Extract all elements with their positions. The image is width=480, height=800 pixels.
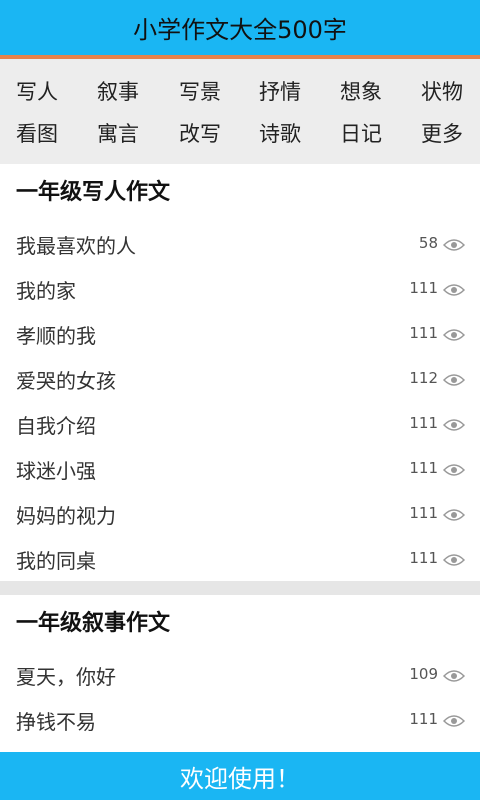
app-title: 小学作文大全500字 [133,16,347,44]
eye-icon [443,419,465,431]
list-item[interactable]: 挣钱不易 111 [0,698,480,743]
eye-icon [443,464,465,476]
category-gaixie[interactable]: 改写 [179,113,221,155]
category-more[interactable]: 更多 [421,113,463,155]
view-count: 111 [409,324,438,342]
list-item[interactable]: 自我介绍 111 [0,402,480,447]
list-item[interactable]: 爱哭的女孩 112 [0,357,480,402]
section-grade1-people: 一年级写人作文 我最喜欢的人 58 我的家 111 孝顺的我 111 爱哭的女孩… [0,164,480,581]
item-title: 球迷小强 [16,459,96,483]
list-item[interactable]: 妈妈的视力 111 [0,492,480,537]
eye-icon [443,670,465,682]
view-count: 111 [409,414,438,432]
section-title: 一年级写人作文 [16,180,171,205]
category-kantu[interactable]: 看图 [16,113,58,155]
list-item[interactable]: 我最喜欢的人 58 [0,222,480,267]
section-title: 一年级叙事作文 [16,611,171,636]
category-zhuangwu[interactable]: 状物 [421,71,463,113]
view-count: 111 [409,279,438,297]
list-item[interactable]: 夏天，你好 109 [0,653,480,698]
view-count: 111 [409,710,438,728]
welcome-message: 欢迎使用！ [180,764,300,793]
eye-icon [443,284,465,296]
category-yuyan[interactable]: 寓言 [97,113,139,155]
item-title: 挣钱不易 [16,710,96,734]
view-count: 111 [409,459,438,477]
category-xiangxiang[interactable]: 想象 [340,71,382,113]
category-riji[interactable]: 日记 [340,113,382,155]
list-item[interactable]: 我的家 111 [0,267,480,312]
item-title: 我的同桌 [16,549,96,573]
item-title: 妈妈的视力 [16,504,116,528]
item-title: 孝顺的我 [16,324,96,348]
category-grid: 写人 叙事 写景 抒情 想象 状物 看图 寓言 改写 诗歌 日记 更多 [0,59,480,164]
list-item[interactable]: 我的同桌 111 [0,537,480,582]
eye-icon [443,374,465,386]
view-count: 111 [409,504,438,522]
category-xiejing[interactable]: 写景 [179,71,221,113]
eye-icon [443,329,465,341]
section-divider [0,581,480,595]
welcome-banner: 欢迎使用！ [0,752,480,800]
eye-icon [443,554,465,566]
category-shige[interactable]: 诗歌 [259,113,301,155]
category-xushi[interactable]: 叙事 [97,71,139,113]
eye-icon [443,509,465,521]
item-title: 夏天，你好 [16,665,116,689]
item-title: 爱哭的女孩 [16,369,116,393]
list-item[interactable]: 孝顺的我 111 [0,312,480,357]
view-count: 109 [409,665,438,683]
item-title: 我最喜欢的人 [16,234,136,258]
view-count: 112 [409,369,438,387]
item-title: 我的家 [16,279,76,303]
view-count: 111 [409,549,438,567]
section-grade1-narrative: 一年级叙事作文 夏天，你好 109 挣钱不易 111 [0,595,480,752]
eye-icon [443,715,465,727]
view-count: 58 [418,234,438,252]
category-xieren[interactable]: 写人 [16,71,58,113]
list-item[interactable]: 球迷小强 111 [0,447,480,492]
category-shuqing[interactable]: 抒情 [259,71,301,113]
item-title: 自我介绍 [16,414,96,438]
category-row: 看图 寓言 改写 诗歌 日记 更多 [0,113,480,155]
eye-icon [443,239,465,251]
category-row: 写人 叙事 写景 抒情 想象 状物 [0,71,480,113]
app-header: 小学作文大全500字 [0,0,480,55]
